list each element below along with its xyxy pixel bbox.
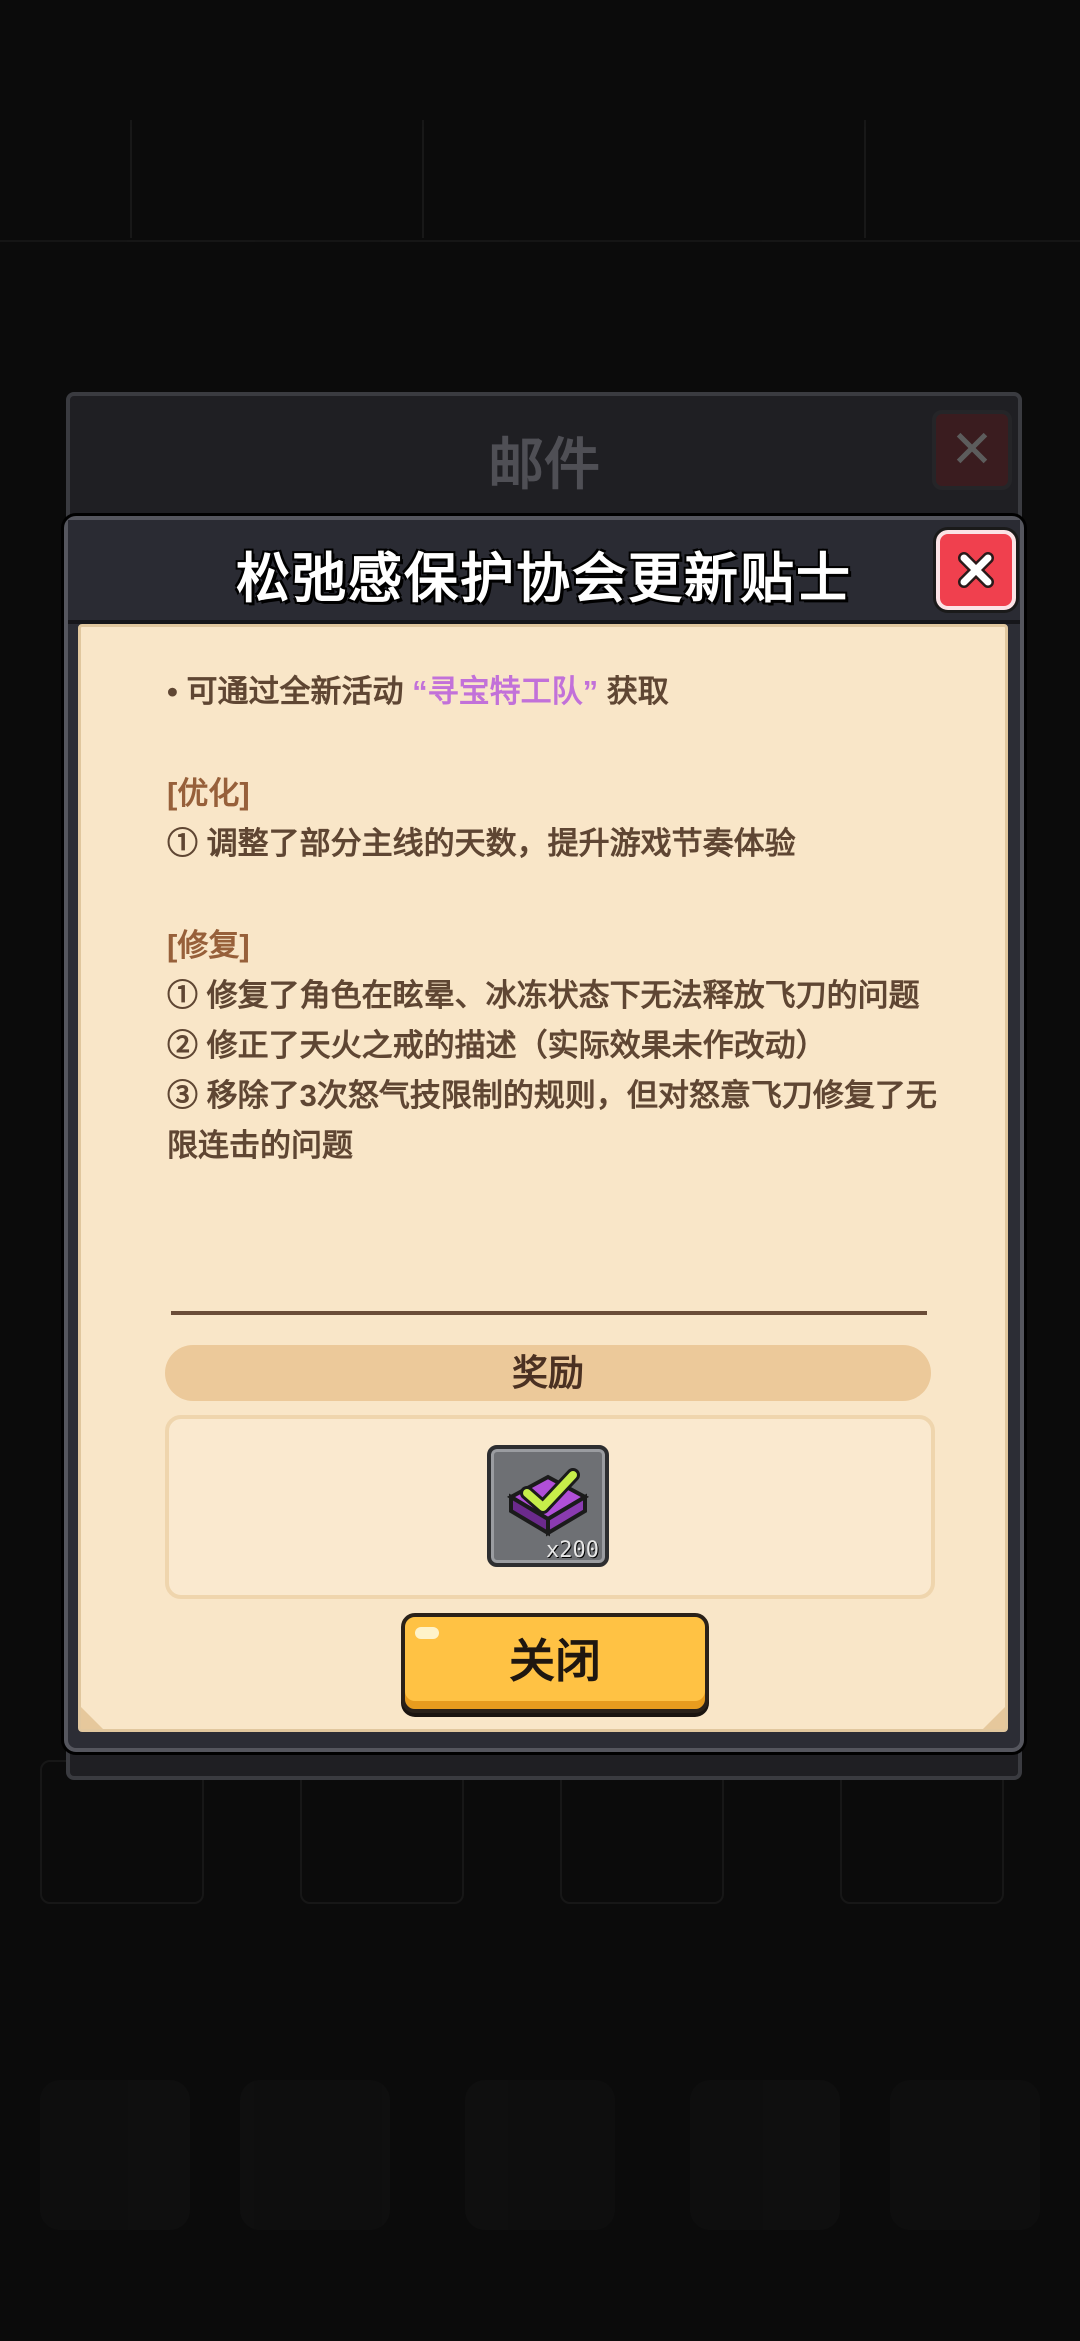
fix-item: ③ 移除了3次怒气技限制的规则，但对怒意飞刀修复了无限连击的问题 <box>167 1078 937 1163</box>
optimize-item: ① 调整了部分主线的天数，提升游戏节奏体验 <box>167 826 796 861</box>
activity-note: • 可通过全新活动 “寻宝特工队” 获取 <box>167 674 669 709</box>
close-button[interactable]: 关闭 <box>401 1613 709 1713</box>
update-tips-dialog: 松弛感保护协会更新贴士 • 可通过全新活动 “寻宝特工队” 获取 [优化] ① … <box>64 516 1024 1752</box>
close-icon <box>958 552 994 588</box>
optimize-header: [优化] <box>167 776 250 811</box>
update-notes: • 可通过全新活动 “寻宝特工队” 获取 [优化] ① 调整了部分主线的天数，提… <box>167 667 937 1171</box>
background-top-bar <box>0 120 1080 242</box>
background-bottom-nav <box>0 2040 1080 2260</box>
dialog-title: 松弛感保护协会更新贴士 <box>236 549 852 609</box>
fix-item: ① 修复了角色在眩晕、冰冻状态下无法释放飞刀的问题 <box>167 978 920 1013</box>
fix-item: ② 修正了天火之戒的描述（实际效果未作改动） <box>167 1028 827 1063</box>
reward-header: 奖励 <box>165 1345 931 1401</box>
screen: 邮件 ✕ 松弛感保护协会更新贴士 • 可通过全新活动 “寻宝特工队” 获取 [优… <box>0 0 1080 2341</box>
mail-title: 邮件 <box>488 433 600 496</box>
divider <box>171 1311 927 1315</box>
dialog-content: • 可通过全新活动 “寻宝特工队” 获取 [优化] ① 调整了部分主线的天数，提… <box>78 624 1008 1732</box>
dialog-header: 松弛感保护协会更新贴士 <box>68 520 1020 624</box>
reward-count: x200 <box>546 1538 599 1563</box>
reward-item[interactable]: x200 <box>487 1445 609 1567</box>
close-x-button[interactable] <box>936 530 1016 610</box>
purple-gem-check-icon <box>506 1468 590 1537</box>
mail-close-icon: ✕ <box>932 410 1012 490</box>
background-panels <box>0 1760 1080 1910</box>
reward-box: x200 <box>165 1415 935 1599</box>
activity-name: “寻宝特工队” <box>412 674 599 709</box>
fix-header: [修复] <box>167 928 250 963</box>
